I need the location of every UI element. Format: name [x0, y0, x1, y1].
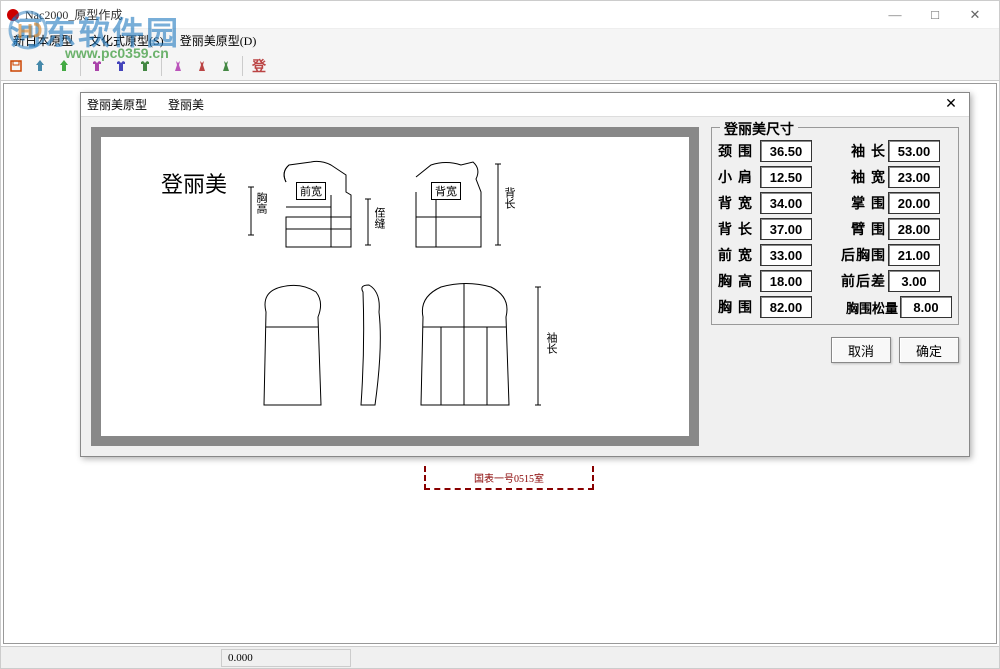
- background-stamp: 国表一号0515室: [424, 466, 594, 490]
- input-back-w[interactable]: [760, 192, 812, 214]
- label-neck: 颈围: [718, 141, 758, 161]
- label-palm: 掌 围: [838, 193, 886, 213]
- toolbar-shirt-icon-3[interactable]: [134, 55, 156, 77]
- back-bodice-shape: [401, 157, 491, 257]
- toolbar-dress-icon-1[interactable]: [167, 55, 189, 77]
- label-sleeve-w: 袖 宽: [838, 167, 886, 187]
- input-sleeve-w[interactable]: [888, 166, 940, 188]
- dialog-title: 登丽美原型 登丽美: [87, 96, 939, 113]
- status-value: 0.000: [221, 649, 351, 667]
- diagram-panel: 登丽美 前宽 胸高 侄缝 背宽 背长: [91, 127, 699, 446]
- label-fb-diff: 前后差: [838, 271, 886, 291]
- seam-label: 侄缝: [371, 207, 387, 229]
- bust-height-bracket: [246, 185, 256, 237]
- sleeve-piece-2: [351, 277, 401, 417]
- label-arm: 臂 围: [838, 219, 886, 239]
- ok-button[interactable]: 确定: [899, 337, 959, 363]
- app-icon: [5, 7, 21, 23]
- input-bust-ease[interactable]: [900, 296, 952, 318]
- window-controls: — □ ✕: [875, 3, 995, 27]
- close-button[interactable]: ✕: [955, 3, 995, 27]
- dialog-title-b: 登丽美: [168, 98, 204, 112]
- front-width-label: 前宽: [296, 182, 326, 200]
- input-back-l[interactable]: [760, 218, 812, 240]
- toolbar-text-icon[interactable]: 登: [248, 55, 270, 77]
- toolbar-separator: [242, 56, 243, 76]
- toolbar-dress-icon-3[interactable]: [215, 55, 237, 77]
- sleeve-piece-3: [411, 277, 521, 417]
- size-panel: 登丽美尺寸 颈围 袖 长 小肩 袖 宽 背宽 掌 围 背长 臂 围 前宽 后胸围…: [711, 127, 959, 446]
- toolbar-dress-icon-2[interactable]: [191, 55, 213, 77]
- label-sleeve-len: 袖 长: [838, 141, 886, 161]
- back-length-label: 背长: [501, 187, 517, 209]
- dialog-titlebar: 登丽美原型 登丽美 ✕: [81, 93, 969, 117]
- menu-item-1[interactable]: 文化式原型(S): [83, 30, 170, 51]
- back-length-bracket: [493, 162, 503, 247]
- input-fb-diff[interactable]: [888, 270, 940, 292]
- toolbar-icon-1[interactable]: [5, 55, 27, 77]
- toolbar-icon-2[interactable]: [29, 55, 51, 77]
- front-bodice-shape: [271, 157, 361, 257]
- input-back-bust[interactable]: [888, 244, 940, 266]
- label-bust: 胸围: [718, 297, 758, 317]
- toolbar: 登: [1, 51, 999, 81]
- toolbar-separator: [80, 56, 81, 76]
- fieldset-legend: 登丽美尺寸: [720, 119, 798, 139]
- input-palm[interactable]: [888, 192, 940, 214]
- input-arm[interactable]: [888, 218, 940, 240]
- window-title: Nac2000_原型作成: [21, 6, 875, 23]
- menubar: 新日本原型 文化式原型(S) 登丽美原型(D): [1, 29, 999, 51]
- maximize-button[interactable]: □: [915, 3, 955, 27]
- label-front-w: 前宽: [718, 245, 758, 265]
- toolbar-icon-3[interactable]: [53, 55, 75, 77]
- cancel-button[interactable]: 取消: [831, 337, 891, 363]
- input-neck[interactable]: [760, 140, 812, 162]
- minimize-button[interactable]: —: [875, 3, 915, 27]
- label-shoulder: 小肩: [718, 167, 758, 187]
- dialog-title-a: 登丽美原型: [87, 98, 147, 112]
- input-bust[interactable]: [760, 296, 812, 318]
- label-back-w: 背宽: [718, 193, 758, 213]
- label-back-l: 背长: [718, 219, 758, 239]
- menu-item-0[interactable]: 新日本原型: [7, 30, 79, 51]
- dialog-body: 登丽美 前宽 胸高 侄缝 背宽 背长: [81, 117, 969, 456]
- statusbar: 0.000: [1, 646, 999, 668]
- seam-bracket: [363, 197, 373, 247]
- toolbar-shirt-icon-2[interactable]: [110, 55, 132, 77]
- diagram-title: 登丽美: [161, 167, 227, 199]
- sleeve-length-label: 袖长: [543, 332, 559, 354]
- input-sleeve-len[interactable]: [888, 140, 940, 162]
- prototype-dialog: 登丽美原型 登丽美 ✕ 登丽美 前宽 胸高 侄缝 背宽 背长: [80, 92, 970, 457]
- toolbar-shirt-icon-1[interactable]: [86, 55, 108, 77]
- input-front-w[interactable]: [760, 244, 812, 266]
- back-width-label: 背宽: [431, 182, 461, 200]
- menu-item-2[interactable]: 登丽美原型(D): [174, 30, 263, 51]
- input-bust-h[interactable]: [760, 270, 812, 292]
- size-fieldset: 登丽美尺寸 颈围 袖 长 小肩 袖 宽 背宽 掌 围 背长 臂 围 前宽 后胸围…: [711, 127, 959, 325]
- label-bust-ease: 胸围松量: [838, 298, 898, 317]
- dialog-close-button[interactable]: ✕: [939, 95, 963, 115]
- input-shoulder[interactable]: [760, 166, 812, 188]
- titlebar: Nac2000_原型作成 — □ ✕: [1, 1, 999, 29]
- dialog-buttons: 取消 确定: [711, 337, 959, 363]
- label-bust-h: 胸高: [718, 271, 758, 291]
- toolbar-separator: [161, 56, 162, 76]
- sleeve-length-bracket: [533, 285, 543, 407]
- label-back-bust: 后胸围: [838, 245, 886, 265]
- sleeve-piece-1: [246, 277, 336, 417]
